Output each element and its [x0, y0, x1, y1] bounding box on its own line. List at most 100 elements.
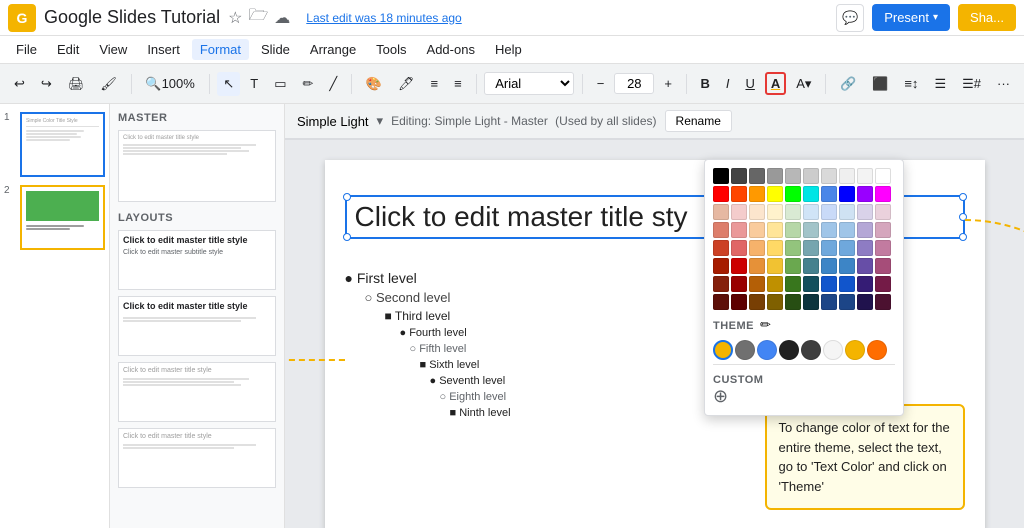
- color-swatch[interactable]: [713, 276, 729, 292]
- color-swatch[interactable]: [713, 204, 729, 220]
- theme-swatch-gray[interactable]: [735, 340, 755, 360]
- layout-thumb-2[interactable]: Click to edit master title style: [118, 296, 276, 356]
- align-left-button[interactable]: ≡: [424, 72, 444, 95]
- color-swatch[interactable]: [857, 240, 873, 256]
- menu-arrange[interactable]: Arrange: [302, 39, 364, 60]
- color-swatch[interactable]: [803, 258, 819, 274]
- color-swatch[interactable]: [875, 222, 891, 238]
- pencil-icon[interactable]: ✏: [760, 317, 771, 333]
- theme-swatch-yellow2[interactable]: [845, 340, 865, 360]
- color-swatch[interactable]: [875, 276, 891, 292]
- print-button[interactable]: 🖨: [62, 72, 91, 96]
- color-swatch[interactable]: [803, 276, 819, 292]
- color-swatch[interactable]: [821, 222, 837, 238]
- slide-thumb-2[interactable]: 2: [4, 185, 105, 250]
- present-button[interactable]: Present ▾: [872, 4, 950, 31]
- color-swatch[interactable]: [731, 168, 747, 184]
- color-swatch[interactable]: [767, 222, 783, 238]
- menu-tools[interactable]: Tools: [368, 39, 414, 60]
- master-dropdown-icon[interactable]: ▾: [377, 113, 384, 129]
- menu-slide[interactable]: Slide: [253, 39, 298, 60]
- folder-icon[interactable]: 🗁: [248, 4, 268, 31]
- align-center-button[interactable]: ≡: [448, 72, 468, 95]
- color-swatch[interactable]: [839, 204, 855, 220]
- theme-swatch-orange[interactable]: [867, 340, 887, 360]
- color-swatch[interactable]: [785, 276, 801, 292]
- line-tool[interactable]: ╱: [323, 72, 343, 96]
- rename-button[interactable]: Rename: [665, 110, 732, 132]
- link-button[interactable]: 🔗: [834, 72, 862, 96]
- color-swatch[interactable]: [713, 186, 729, 202]
- color-swatch[interactable]: [749, 186, 765, 202]
- bg-color-button[interactable]: 🎨: [360, 72, 388, 96]
- color-swatch[interactable]: [875, 186, 891, 202]
- color-picker-panel[interactable]: THEME ✏ CUSTOM ⊕: [704, 159, 904, 416]
- theme-swatch-darkgray[interactable]: [801, 340, 821, 360]
- menu-edit[interactable]: Edit: [49, 39, 87, 60]
- color-swatch[interactable]: [749, 294, 765, 310]
- cursor-tool[interactable]: ↖: [217, 72, 240, 96]
- font-selector[interactable]: Arial: [484, 72, 574, 95]
- numbered-list-button[interactable]: ☰#: [956, 72, 987, 96]
- menu-file[interactable]: File: [8, 39, 45, 60]
- color-swatch[interactable]: [767, 276, 783, 292]
- color-swatch[interactable]: [857, 276, 873, 292]
- color-swatch[interactable]: [821, 294, 837, 310]
- redo-button[interactable]: ↪: [35, 72, 58, 96]
- color-swatch[interactable]: [803, 240, 819, 256]
- font-size-decrease[interactable]: −: [591, 72, 611, 95]
- color-swatch[interactable]: [731, 204, 747, 220]
- menu-addons[interactable]: Add-ons: [419, 39, 483, 60]
- draw-tool[interactable]: ✏: [297, 72, 320, 96]
- color-swatch[interactable]: [767, 168, 783, 184]
- color-swatch[interactable]: [749, 222, 765, 238]
- italic-button[interactable]: I: [720, 72, 736, 95]
- color-swatch[interactable]: [767, 204, 783, 220]
- color-swatch[interactable]: [731, 240, 747, 256]
- slide-image-2[interactable]: [20, 185, 105, 250]
- color-swatch[interactable]: [749, 240, 765, 256]
- color-swatch[interactable]: [857, 168, 873, 184]
- color-swatch[interactable]: [875, 168, 891, 184]
- color-swatch[interactable]: [749, 168, 765, 184]
- color-swatch[interactable]: [713, 240, 729, 256]
- color-swatch[interactable]: [857, 222, 873, 238]
- menu-format[interactable]: Format: [192, 39, 249, 60]
- color-swatch[interactable]: [839, 276, 855, 292]
- star-icon[interactable]: ☆: [228, 8, 242, 28]
- font-size-increase[interactable]: +: [658, 72, 678, 95]
- border-color-button[interactable]: 🖊: [392, 72, 421, 96]
- color-swatch[interactable]: [803, 222, 819, 238]
- list-button[interactable]: ☰: [928, 72, 952, 96]
- color-swatch[interactable]: [803, 186, 819, 202]
- color-swatch[interactable]: [731, 222, 747, 238]
- color-swatch[interactable]: [803, 294, 819, 310]
- menu-insert[interactable]: Insert: [139, 39, 188, 60]
- color-swatch[interactable]: [821, 258, 837, 274]
- color-swatch[interactable]: [839, 222, 855, 238]
- slide-image-1[interactable]: Simple Color Title Style: [20, 112, 105, 177]
- color-swatch[interactable]: [731, 276, 747, 292]
- font-size-input[interactable]: [614, 73, 654, 94]
- zoom-button[interactable]: 🔍 100%: [139, 72, 200, 96]
- color-swatch[interactable]: [875, 240, 891, 256]
- color-swatch[interactable]: [857, 294, 873, 310]
- paint-format-button[interactable]: 🖌: [94, 72, 123, 96]
- add-custom-color[interactable]: ⊕: [713, 386, 895, 407]
- master-thumb[interactable]: Click to edit master title style: [118, 130, 276, 202]
- color-swatch[interactable]: [785, 258, 801, 274]
- layout-thumb-4[interactable]: Click to edit master title style: [118, 428, 276, 488]
- color-swatch[interactable]: [713, 222, 729, 238]
- line-spacing-button[interactable]: ≡↕: [898, 72, 924, 95]
- color-swatch[interactable]: [785, 294, 801, 310]
- theme-swatch-black[interactable]: [779, 340, 799, 360]
- color-swatch[interactable]: [713, 258, 729, 274]
- color-swatch[interactable]: [785, 240, 801, 256]
- text-align-button[interactable]: ⬛: [866, 72, 894, 96]
- share-button[interactable]: Sha...: [958, 4, 1016, 31]
- color-swatch[interactable]: [875, 258, 891, 274]
- slide-thumb-1[interactable]: 1 Simple Color Title Style: [4, 112, 105, 177]
- color-swatch[interactable]: [749, 276, 765, 292]
- color-swatch[interactable]: [767, 240, 783, 256]
- text-tool[interactable]: T: [244, 72, 264, 95]
